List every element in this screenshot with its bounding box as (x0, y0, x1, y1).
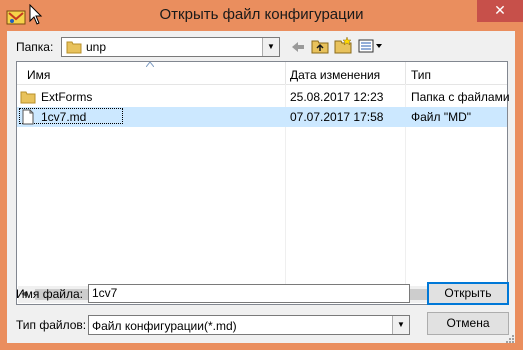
sort-ascending-icon (146, 62, 154, 67)
item-date: 25.08.2017 12:23 (290, 90, 384, 104)
folder-combo[interactable]: unp ▼ (61, 37, 280, 57)
column-header-date[interactable]: Дата изменения (290, 68, 380, 82)
folder-icon (66, 41, 82, 54)
item-type: Папка с файлами (411, 90, 510, 104)
filename-label: Имя файла: (16, 287, 83, 301)
list-header: Имя Дата изменения Тип (17, 62, 507, 85)
dialog-body: Папка: unp ▼ Имя Дата изменения Тип ExtF… (7, 31, 515, 343)
dialog-window: Открыть файл конфигурации ✕ Папка: unp ▼ (0, 0, 523, 350)
column-header-name[interactable]: Имя (27, 68, 50, 82)
folder-icon (20, 91, 36, 104)
back-arrow-icon[interactable] (288, 38, 308, 56)
dialog-title: Открыть файл конфигурации (159, 6, 364, 23)
folder-value: unp (86, 40, 107, 54)
item-date: 07.07.2017 17:58 (290, 110, 384, 124)
chevron-down-icon[interactable]: ▼ (392, 316, 409, 334)
column-separator[interactable] (405, 62, 406, 84)
column-separator[interactable] (285, 62, 286, 84)
chevron-down-icon[interactable]: ▼ (262, 38, 279, 56)
filetype-select[interactable]: Файл конфигурации(*.md) ▼ (88, 315, 410, 335)
folder-label: Папка: (16, 40, 54, 54)
view-menu-icon[interactable] (357, 37, 385, 55)
filetype-label: Тип файлов: (16, 318, 87, 332)
close-button[interactable]: ✕ (477, 0, 523, 22)
title-bar[interactable]: Открыть файл конфигурации ✕ (0, 0, 523, 32)
open-button[interactable]: Открыть (427, 282, 509, 305)
resize-grip-icon[interactable] (504, 333, 514, 343)
list-item[interactable]: ExtForms 25.08.2017 12:23 Папка с файлам… (17, 87, 510, 107)
cancel-button[interactable]: Отмена (427, 312, 509, 335)
new-folder-icon[interactable] (333, 36, 353, 54)
item-name: ExtForms (41, 90, 93, 104)
file-list[interactable]: Имя Дата изменения Тип ExtForms 25.08.20… (16, 61, 510, 305)
up-folder-icon[interactable] (310, 37, 330, 55)
column-header-type[interactable]: Тип (411, 68, 431, 82)
filetype-value: Файл конфигурации(*.md) (92, 319, 237, 333)
file-icon (22, 109, 34, 125)
item-name: 1cv7.md (41, 110, 87, 124)
list-item-selected[interactable]: 1cv7.md 07.07.2017 17:58 Файл "MD" (17, 107, 507, 127)
item-type: Файл "MD" (411, 110, 472, 124)
filename-input[interactable]: 1cv7 (88, 284, 410, 303)
